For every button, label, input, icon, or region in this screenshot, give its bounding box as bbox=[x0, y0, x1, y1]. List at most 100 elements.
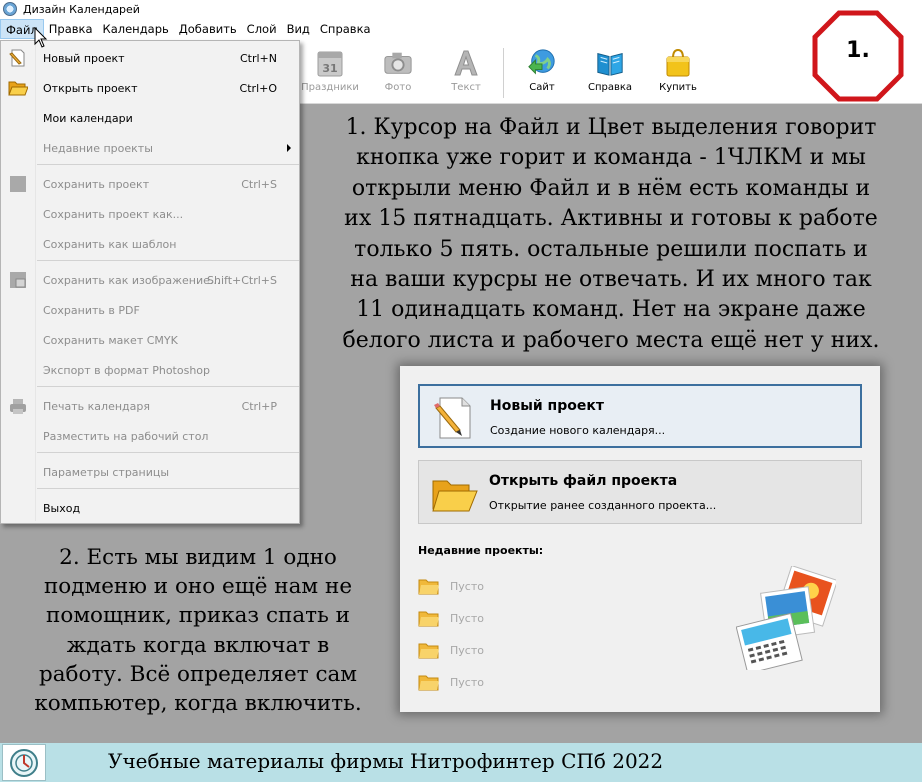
recent-project-item[interactable]: Пусто bbox=[418, 670, 538, 694]
menu-item-label: Параметры страницы bbox=[43, 465, 170, 479]
annotation-line: ждать когда включат в bbox=[66, 632, 330, 658]
menu-item-my-calendars[interactable]: Мои календари bbox=[1, 105, 299, 131]
menu-item-label: Печать календаря bbox=[43, 399, 150, 413]
recent-project-label: Пусто bbox=[450, 643, 484, 657]
app-icon bbox=[3, 2, 17, 16]
printer-icon bbox=[7, 395, 29, 417]
menu-item-label: Новый проект bbox=[43, 51, 125, 65]
menu-item-save-project[interactable]: Сохранить проект Ctrl+S bbox=[1, 171, 299, 197]
menu-layer[interactable]: Слой bbox=[242, 19, 282, 39]
recent-project-item[interactable]: Пусто bbox=[418, 574, 538, 598]
toolbar-site-label: Сайт bbox=[529, 82, 555, 93]
save-icon bbox=[7, 173, 29, 195]
annotation-line: на ваши курсры не отвечать. И их много т… bbox=[350, 267, 872, 293]
calendar-31-icon: 31 bbox=[315, 48, 345, 78]
menu-separator bbox=[37, 164, 299, 165]
menu-item-save-as-image[interactable]: Сохранить как изображение... Shift+Ctrl+… bbox=[1, 267, 299, 293]
annotation-line: только 5 пять. остальные решили поспать … bbox=[354, 236, 868, 262]
recent-project-label: Пусто bbox=[450, 579, 484, 593]
annotation-text-1: 1. Курсор на Файл и Цвет выделения говор… bbox=[300, 113, 922, 356]
menu-item-label: Сохранить в PDF bbox=[43, 303, 140, 317]
text-a-icon bbox=[451, 48, 481, 78]
new-project-subtitle: Создание нового календаря... bbox=[490, 424, 666, 437]
menu-item-print-calendar[interactable]: Печать календаря Ctrl+P bbox=[1, 393, 299, 419]
open-project-button[interactable]: Открыть файл проекта Открытие ранее созд… bbox=[418, 460, 862, 524]
annotation-line: их 15 пятнадцать. Активны и готовы к раб… bbox=[344, 206, 878, 232]
recent-project-item[interactable]: Пусто bbox=[418, 606, 538, 630]
folder-icon bbox=[418, 643, 439, 659]
menu-item-label: Экспорт в формат Photoshop bbox=[43, 363, 211, 377]
menu-item-shortcut: Ctrl+N bbox=[239, 51, 277, 65]
new-project-title: Новый проект bbox=[490, 398, 604, 414]
title-bar: Дизайн Календарей bbox=[0, 0, 922, 18]
shopping-bag-icon bbox=[663, 48, 693, 78]
annotation-line: открыли меню Файл и в нём есть команды и bbox=[351, 175, 871, 201]
menu-separator bbox=[37, 260, 299, 261]
annotation-line: 2. Есть мы видим 1 одно bbox=[59, 545, 337, 570]
toolbar-buy-label: Купить bbox=[659, 82, 697, 93]
toolbar-text-label: Текст bbox=[451, 82, 481, 93]
svg-text:31: 31 bbox=[322, 62, 337, 75]
save-image-icon bbox=[7, 269, 29, 291]
menu-separator bbox=[37, 488, 299, 489]
toolbar-holidays-button[interactable]: 31 Праздники bbox=[300, 44, 360, 93]
recent-project-item[interactable]: Пусто bbox=[418, 638, 538, 662]
folder-icon bbox=[418, 579, 439, 595]
menu-item-export-photoshop[interactable]: Экспорт в формат Photoshop bbox=[1, 357, 299, 383]
menu-item-label: Сохранить как изображение... bbox=[43, 273, 221, 287]
menu-item-label: Мои календари bbox=[43, 111, 133, 125]
menu-view[interactable]: Вид bbox=[282, 19, 315, 39]
file-menu-dropdown: Новый проект Ctrl+N Открыть проект Ctrl+… bbox=[0, 40, 300, 524]
menu-item-save-project-as[interactable]: Сохранить проект как... bbox=[1, 201, 299, 227]
start-dialog: Новый проект Создание нового календаря..… bbox=[400, 366, 880, 712]
menu-item-shortcut: Ctrl+P bbox=[241, 399, 277, 413]
menu-help[interactable]: Справка bbox=[315, 19, 376, 39]
open-project-subtitle: Открытие ранее созданного проекта... bbox=[489, 499, 717, 512]
menu-separator bbox=[37, 452, 299, 453]
toolbar-site-button[interactable]: Сайт bbox=[512, 44, 572, 93]
footer-text: Учебные материалы фирмы Нитрофинтер СПб … bbox=[108, 749, 664, 773]
camera-icon bbox=[383, 48, 413, 78]
annotation-line: подменю и оно ещё нам не bbox=[43, 574, 353, 600]
toolbar-holidays-label: Праздники bbox=[301, 82, 359, 93]
menu-item-label: Сохранить проект bbox=[43, 177, 150, 191]
step-badge-number: 1. bbox=[846, 38, 870, 63]
menu-item-exit[interactable]: Выход bbox=[1, 495, 299, 521]
annotation-line: белого листа и рабочего места ещё нет у … bbox=[342, 327, 880, 353]
annotation-line: 1. Курсор на Файл и Цвет выделения говор… bbox=[345, 115, 877, 140]
menu-item-save-pdf[interactable]: Сохранить в PDF bbox=[1, 297, 299, 323]
menu-calendar[interactable]: Календарь bbox=[98, 19, 174, 39]
toolbar-text-button[interactable]: Текст bbox=[436, 44, 496, 93]
toolbar-photo-label: Фото bbox=[384, 82, 412, 93]
submenu-arrow-icon bbox=[287, 144, 291, 152]
menu-item-save-as-template[interactable]: Сохранить как шаблон bbox=[1, 231, 299, 257]
menu-item-open-project[interactable]: Открыть проект Ctrl+O bbox=[1, 75, 299, 101]
annotation-line: кнопка уже горит и команда - 1ЧЛКМ и мы bbox=[356, 145, 866, 171]
menu-edit[interactable]: Правка bbox=[44, 19, 98, 39]
menu-item-label: Сохранить проект как... bbox=[43, 207, 184, 221]
menu-item-label: Сохранить макет CMYK bbox=[43, 333, 178, 347]
menu-item-place-on-desktop[interactable]: Разместить на рабочий стол bbox=[1, 423, 299, 449]
menu-add[interactable]: Добавить bbox=[174, 19, 242, 39]
recent-project-label: Пусто bbox=[450, 675, 484, 689]
new-doc-pencil-icon bbox=[430, 394, 480, 442]
recent-project-label: Пусто bbox=[450, 611, 484, 625]
new-project-button[interactable]: Новый проект Создание нового календаря..… bbox=[418, 384, 862, 448]
folder-icon bbox=[7, 77, 29, 99]
footer-banner: Учебные материалы фирмы Нитрофинтер СПб … bbox=[0, 743, 922, 782]
toolbar-photo-button[interactable]: Фото bbox=[368, 44, 428, 93]
toolbar-help-label: Справка bbox=[587, 82, 633, 93]
annotation-text-2: 2. Есть мы видим 1 одно подменю и оно ещ… bbox=[8, 543, 388, 718]
menu-item-label: Недавние проекты bbox=[43, 141, 153, 155]
toolbar-help-button[interactable]: Справка bbox=[580, 44, 640, 93]
annotation-line: 11 одинадцать команд. Нет на экране даже bbox=[356, 297, 866, 323]
menu-item-page-settings[interactable]: Параметры страницы bbox=[1, 459, 299, 485]
new-doc-pencil-icon bbox=[7, 47, 29, 69]
toolbar-buy-button[interactable]: Купить bbox=[648, 44, 708, 93]
menu-item-save-cmyk[interactable]: Сохранить макет CMYK bbox=[1, 327, 299, 353]
menu-item-recent-projects[interactable]: Недавние проекты bbox=[1, 135, 299, 161]
folder-icon bbox=[418, 675, 439, 691]
menu-item-label: Открыть проект bbox=[43, 81, 138, 95]
annotation-line: компьютер, когда включить. bbox=[34, 691, 362, 717]
annotation-line: помощник, приказ спать и bbox=[46, 603, 350, 629]
